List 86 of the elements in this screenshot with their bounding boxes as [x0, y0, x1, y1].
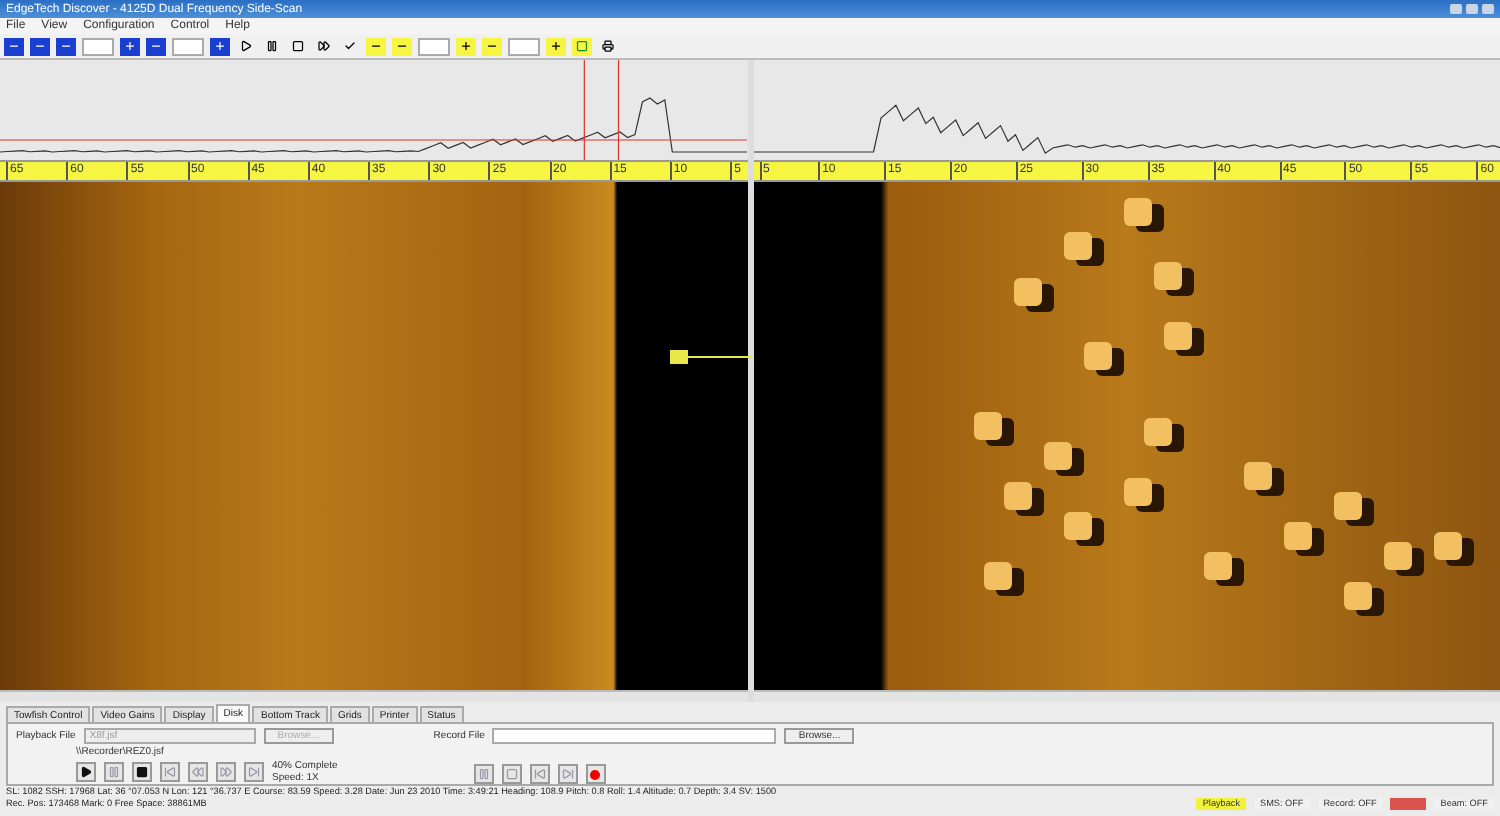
skip-back-button[interactable]	[160, 762, 180, 782]
target-shape	[1003, 482, 1031, 510]
toolbar-button[interactable]	[572, 37, 592, 55]
skip-forward-button[interactable]	[557, 764, 578, 784]
target-shape	[973, 412, 1001, 440]
plus-button[interactable]	[456, 37, 476, 55]
stop-icon	[505, 768, 518, 780]
stop-icon	[576, 40, 588, 52]
minus-button[interactable]	[392, 37, 412, 55]
check-button[interactable]	[340, 37, 360, 55]
stop-icon	[292, 40, 304, 52]
range-field[interactable]	[418, 37, 450, 55]
pause-icon	[108, 766, 120, 778]
minus-button[interactable]	[146, 37, 166, 55]
play-icon	[240, 40, 252, 52]
target-shape	[1013, 278, 1041, 306]
target-shape	[1203, 552, 1231, 580]
skip-forward-button[interactable]	[244, 762, 264, 782]
target-shape	[1063, 232, 1091, 260]
pause-icon	[477, 768, 490, 780]
printer-icon	[602, 40, 614, 52]
stop-button[interactable]	[132, 762, 152, 782]
rewind-icon	[192, 766, 204, 778]
target-shape	[1333, 492, 1361, 520]
fast-forward-button[interactable]	[216, 762, 236, 782]
plus-icon	[550, 40, 562, 52]
range-field[interactable]	[508, 37, 540, 55]
minus-icon	[8, 40, 20, 52]
target-shape	[1383, 542, 1411, 570]
toolbar-button[interactable]	[366, 37, 386, 55]
target-shape	[983, 562, 1011, 590]
skip-back-button[interactable]	[529, 764, 550, 784]
check-icon	[344, 40, 356, 52]
skip-forward-icon	[248, 766, 260, 778]
target-shape	[1143, 418, 1171, 446]
minus-icon	[396, 40, 408, 52]
toolbar-button[interactable]	[4, 37, 24, 55]
skip-back-icon	[533, 768, 546, 780]
cursor-line	[617, 60, 620, 160]
plus-button[interactable]	[120, 37, 140, 55]
marker-box	[670, 350, 688, 364]
minus-icon	[34, 40, 46, 52]
record-button[interactable]	[585, 764, 606, 784]
range-field[interactable]	[172, 37, 204, 55]
stop-button[interactable]	[288, 37, 308, 55]
pause-icon	[266, 40, 278, 52]
plus-button[interactable]	[210, 37, 230, 55]
play-icon	[80, 766, 92, 778]
plus-icon	[124, 40, 136, 52]
play-button[interactable]	[76, 762, 96, 782]
plus-icon	[460, 40, 472, 52]
minus-icon	[60, 40, 72, 52]
toolbar-button[interactable]	[30, 37, 50, 55]
range-field[interactable]	[82, 37, 114, 55]
stop-icon	[136, 766, 148, 778]
pause-button[interactable]	[262, 37, 282, 55]
target-shape	[1433, 532, 1461, 560]
target-shape	[1243, 462, 1271, 490]
target-shape	[1163, 322, 1191, 350]
scrollbar[interactable]	[0, 690, 747, 702]
minus-icon	[486, 40, 498, 52]
target-shape	[1123, 478, 1151, 506]
printer-button[interactable]	[598, 37, 618, 55]
cursor-line	[583, 60, 585, 160]
fast-forward-icon	[318, 40, 330, 52]
target-shape	[1083, 342, 1111, 370]
target-shape	[1343, 582, 1371, 610]
plus-button[interactable]	[546, 37, 566, 55]
toolbar-button[interactable]	[56, 37, 76, 55]
skip-forward-icon	[561, 768, 574, 780]
plus-icon	[214, 40, 226, 52]
forward-button[interactable]	[314, 37, 334, 55]
target-shape	[1043, 442, 1071, 470]
record-field[interactable]	[492, 728, 777, 744]
target-shape	[1283, 522, 1311, 550]
minus-icon	[370, 40, 382, 52]
skip-back-icon	[164, 766, 176, 778]
target-shape	[1153, 262, 1181, 290]
fast-forward-icon	[220, 766, 232, 778]
target-shape	[1123, 198, 1151, 226]
scrollbar[interactable]	[753, 690, 1500, 702]
minus-icon	[150, 40, 162, 52]
play-button[interactable]	[236, 37, 256, 55]
rewind-button[interactable]	[188, 762, 208, 782]
target-shape	[1063, 512, 1091, 540]
minus-button[interactable]	[482, 37, 502, 55]
